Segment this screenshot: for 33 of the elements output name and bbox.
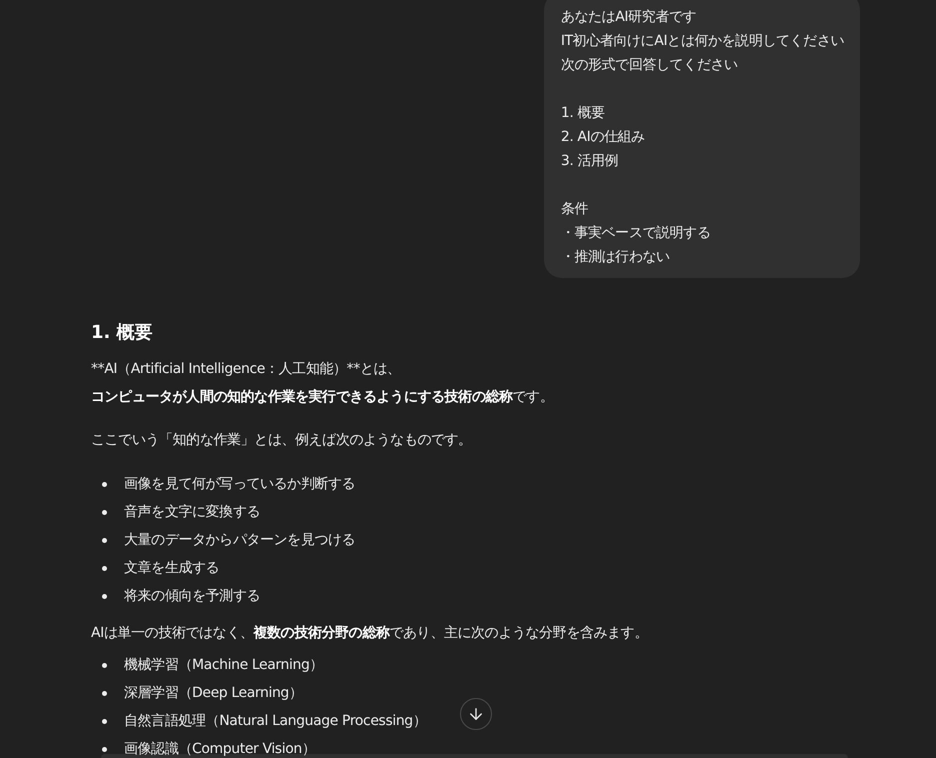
bullet-icon (102, 690, 107, 696)
message-line: 1. 概要 (560, 104, 605, 123)
bullet-icon (102, 538, 107, 542)
answer-paragraph: AIは単一の技術ではなく、複数の技術分野の総称であり、主に次のような分野を含みます。 (91, 624, 648, 643)
message-line: IT初心者向けにAIとは何かを説明してください (560, 32, 844, 51)
list-item-text: 深層学習（Deep Learning） (124, 684, 303, 702)
message-line: 次の形式で回答してください (560, 56, 738, 75)
list-item-text: 機械学習（Machine Learning） (124, 656, 324, 674)
list-item-text: 自然言語処理（Natural Language Processing） (124, 712, 426, 730)
section-heading: 1. 概要 (91, 321, 153, 345)
list-item-text: 音声を文字に変換する (124, 503, 260, 521)
message-line: ・事実ベースで説明する (560, 224, 710, 243)
bullet-icon (102, 510, 107, 514)
message-line: 条件 (560, 200, 588, 219)
scroll-down-button[interactable] (460, 698, 492, 730)
bullet-icon (102, 594, 107, 598)
message-line: 2. AIの仕組み (560, 128, 645, 147)
answer-paragraph: **AI（Artificial Intelligence：人工知能）**とは、 コンピュータが人間の知的な作業を実行できるようにする技術の総称です。 (91, 360, 554, 407)
bullet-icon (102, 566, 107, 570)
list-item-text: 画像認識（Computer Vision） (124, 740, 316, 758)
message-line: ・推測は行わない (560, 248, 670, 267)
list-item-text: 画像を見て何が写っているか判断する (124, 475, 356, 493)
list-item-text: 大量のデータからパターンを見つける (124, 531, 356, 549)
bullet-icon (102, 746, 107, 752)
list-item-text: 将来の傾向を予測する (124, 587, 260, 605)
bullet-icon (102, 482, 107, 486)
list-item-text: 文章を生成する (124, 559, 220, 577)
bullet-icon (102, 718, 107, 724)
bullet-icon (102, 662, 107, 668)
message-line: あなたはAI研究者です (560, 8, 696, 27)
message-line: 3. 活用例 (560, 152, 618, 171)
arrow-down-icon (467, 705, 485, 723)
answer-paragraph: ここでいう「知的な作業」とは、例えば次のようなものです。 (91, 431, 472, 450)
